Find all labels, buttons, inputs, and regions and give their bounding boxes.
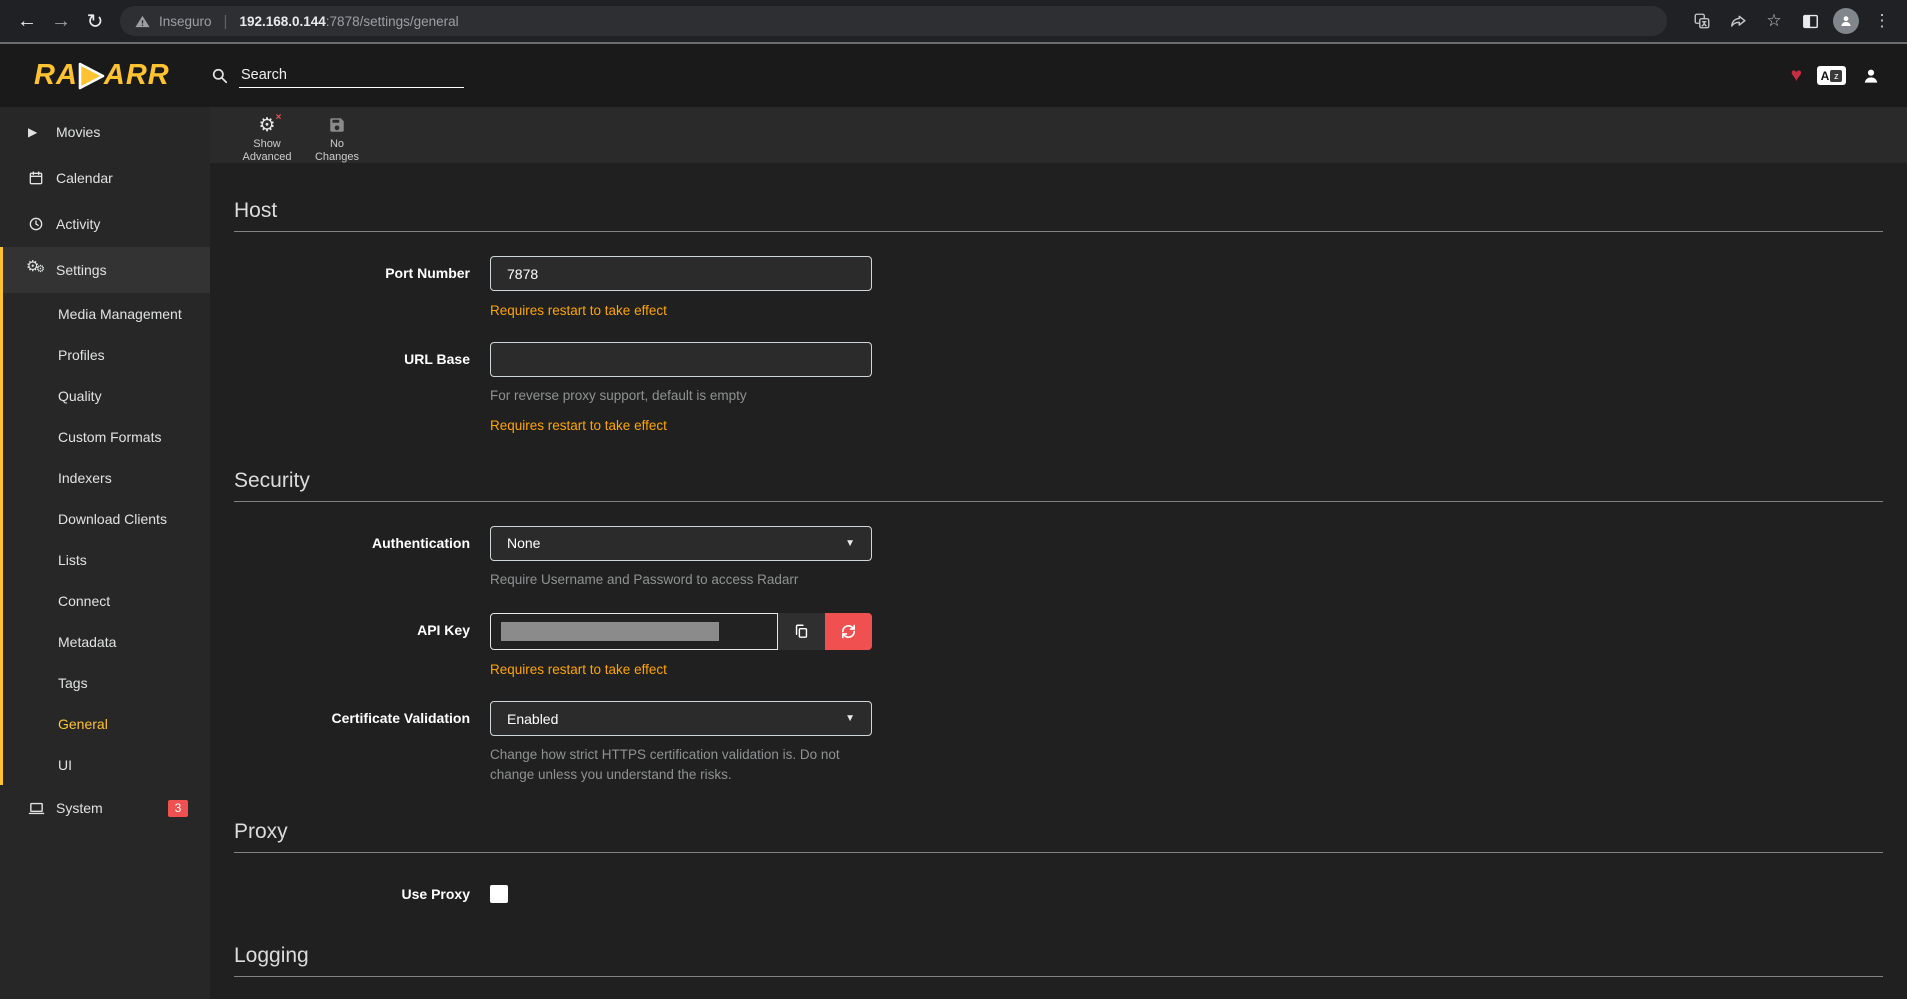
sidebar-item-indexers[interactable]: Indexers [3,457,210,498]
page-translate-icon[interactable]: A z [1817,66,1846,85]
certificate-validation-select[interactable]: Enabled ▼ [490,701,872,736]
use-proxy-checkbox[interactable] [490,885,508,903]
sidebar-item-connect[interactable]: Connect [3,580,210,621]
sidebar-item-system[interactable]: System 3 [0,785,210,831]
certificate-validation-help: Change how strict HTTPS certification va… [490,745,872,784]
chevron-down-icon: ▼ [845,713,855,724]
calendar-icon [28,170,56,186]
chevron-down-icon: ▼ [845,538,855,549]
url-base-restart-warning: Requires restart to take effect [490,418,872,433]
url-base-help: For reverse proxy support, default is em… [490,386,872,406]
search-input[interactable] [239,63,464,88]
address-bar[interactable]: Inseguro | 192.168.0.144 :7878/settings/… [120,6,1667,36]
port-number-input[interactable] [490,256,872,291]
api-key-row: API Key Requires restart to take eff [234,613,1883,677]
url-base-input[interactable] [490,342,872,377]
authentication-label: Authentication [234,526,490,590]
api-key-field[interactable] [490,613,778,650]
sidebar-item-metadata[interactable]: Metadata [3,621,210,662]
settings-general-content: Host Port Number Requires restart to tak… [210,163,1907,999]
browser-reload-button[interactable]: ↻ [78,4,112,38]
use-proxy-row: Use Proxy [234,877,1883,908]
security-label: Inseguro [159,14,212,29]
section-title-security: Security [234,469,1883,502]
port-number-row: Port Number Requires restart to take eff… [234,256,1883,318]
copy-api-key-button[interactable] [778,613,825,650]
authentication-select[interactable]: None ▼ [490,526,872,561]
save-changes-button[interactable]: No Changes [304,113,370,164]
settings-gears-icon: ⚙⚙ [28,260,56,280]
certificate-validation-row: Certificate Validation Enabled ▼ Change … [234,701,1883,784]
use-proxy-label: Use Proxy [234,877,490,908]
sidebar-item-media-management[interactable]: Media Management [3,293,210,334]
radarr-header: RA ARR ♥ A z [0,44,1907,107]
authentication-help: Require Username and Password to access … [490,570,872,590]
sidebar-item-settings[interactable]: ⚙⚙ Settings [3,247,210,293]
sidebar-item-ui[interactable]: UI [3,744,210,785]
clock-icon [28,216,56,232]
translate-icon[interactable] [1687,6,1717,36]
browser-menu-icon[interactable]: ⋮ [1867,6,1897,36]
logo-text-left: RA [34,59,78,92]
browser-forward-button[interactable]: → [44,4,78,38]
sidebar-item-tags[interactable]: Tags [3,662,210,703]
advanced-gear-icon: ⚙ × [258,113,275,137]
browser-profile-avatar[interactable] [1831,6,1861,36]
sidebar-item-general[interactable]: General [3,703,210,744]
section-title-logging: Logging [234,944,1883,977]
advanced-off-icon: × [273,111,285,123]
url-base-label: URL Base [234,342,490,433]
donate-heart-icon[interactable]: ♥ [1791,65,1802,87]
omnibox-divider: | [224,13,228,30]
movies-play-icon: ▶ [28,125,56,139]
sidebar-item-calendar[interactable]: Calendar [0,155,210,201]
sidebar-settings-group: ⚙⚙ Settings Media Management Profiles Qu… [0,247,210,785]
api-key-redacted-value [501,622,719,641]
api-key-restart-warning: Requires restart to take effect [490,662,872,677]
radarr-play-icon [75,60,107,92]
insecure-warning-icon [134,13,151,30]
sidebar-item-activity[interactable]: Activity [0,201,210,247]
url-path: :7878/settings/general [326,14,459,29]
share-icon[interactable] [1723,6,1753,36]
page-toolbar: ⚙ × Show Advanced No Changes [210,107,1907,163]
side-panel-icon[interactable] [1795,6,1825,36]
main-panel: ⚙ × Show Advanced No Changes Host Port N… [210,107,1907,999]
search-zone [210,63,1791,88]
show-advanced-button[interactable]: ⚙ × Show Advanced [234,113,300,164]
sidebar-item-lists[interactable]: Lists [3,539,210,580]
sidebar-item-movies[interactable]: ▶ Movies [0,109,210,155]
sidebar-item-quality[interactable]: Quality [3,375,210,416]
sidebar: ▶ Movies Calendar Activity ⚙⚙ Settings M… [0,107,210,999]
header-icons: ♥ A z [1791,65,1881,87]
url-host: 192.168.0.144 [239,14,325,29]
bookmark-star-icon[interactable]: ☆ [1759,6,1789,36]
api-key-label: API Key [234,613,490,677]
browser-back-button[interactable]: ← [10,4,44,38]
sidebar-item-download-clients[interactable]: Download Clients [3,498,210,539]
regenerate-api-key-button[interactable] [825,613,872,650]
search-icon [210,66,229,85]
sidebar-item-profiles[interactable]: Profiles [3,334,210,375]
system-alert-badge: 3 [168,800,188,817]
authentication-row: Authentication None ▼ Require Username a… [234,526,1883,590]
laptop-icon [28,800,56,817]
port-restart-warning: Requires restart to take effect [490,303,872,318]
port-number-label: Port Number [234,256,490,318]
section-title-host: Host [234,199,1883,232]
sidebar-item-custom-formats[interactable]: Custom Formats [3,416,210,457]
radarr-logo[interactable]: RA ARR [0,59,210,92]
user-icon[interactable] [1861,66,1881,86]
url-base-row: URL Base For reverse proxy support, defa… [234,342,1883,433]
logo-text-right: ARR [104,59,170,92]
section-title-proxy: Proxy [234,820,1883,853]
browser-toolbar: ← → ↻ Inseguro | 192.168.0.144 :7878/set… [0,0,1907,44]
save-icon [328,113,346,137]
certificate-validation-label: Certificate Validation [234,701,490,784]
